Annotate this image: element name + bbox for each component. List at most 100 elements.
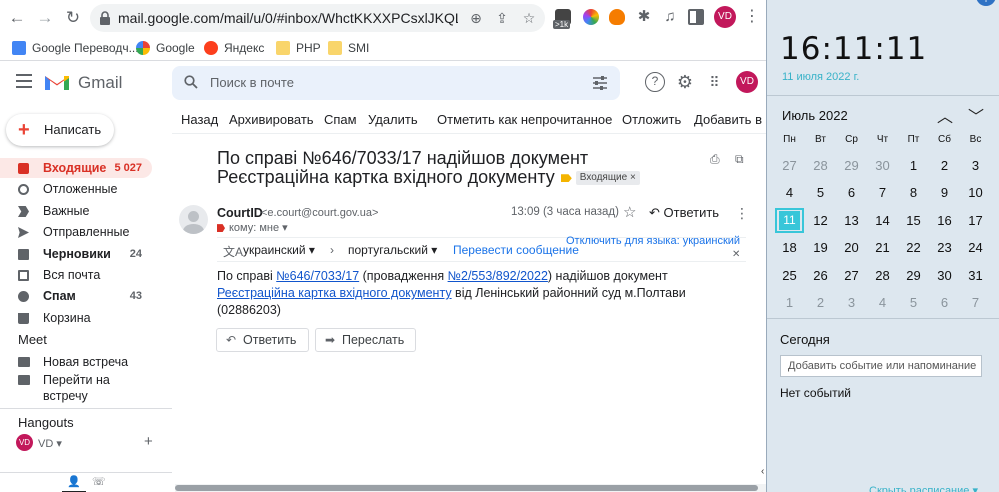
calendar-day[interactable]: 15 — [898, 207, 929, 234]
sidebar-item-snoozed[interactable]: Отложенные — [0, 179, 152, 199]
collapse-arrow-icon[interactable]: ‹ — [761, 466, 773, 480]
star-icon[interactable]: ☆ — [623, 203, 636, 221]
calendar-day[interactable]: 30 — [867, 152, 898, 179]
mark-unread-button[interactable]: Отметить как непрочитанное — [437, 112, 612, 127]
bookmark-folder-smi[interactable]: SMI — [328, 38, 369, 58]
calendar-day[interactable]: 9 — [929, 179, 960, 206]
media-control-icon[interactable]: ♫ — [662, 9, 678, 25]
color-picker-extension-icon[interactable] — [583, 9, 599, 25]
target-language-select[interactable]: португальский ▾ — [348, 243, 437, 257]
calendar-day[interactable]: 19 — [805, 234, 836, 261]
calendar-day[interactable]: 5 — [898, 289, 929, 316]
reply-button[interactable]: ↶ Ответить — [216, 328, 309, 352]
back-icon[interactable]: ← — [6, 7, 28, 29]
calendar-day[interactable]: 7 — [867, 179, 898, 206]
calendar-day[interactable]: 14 — [867, 207, 898, 234]
calendar-day[interactable]: 7 — [960, 289, 991, 316]
side-panel-icon[interactable] — [688, 9, 704, 25]
apps-grid-icon[interactable]: ⠿ — [704, 72, 724, 92]
search-icon[interactable] — [184, 75, 198, 89]
calendar-day[interactable]: 23 — [929, 234, 960, 261]
delete-button[interactable]: Удалить — [368, 112, 418, 127]
calendar-day[interactable]: 25 — [774, 262, 805, 289]
forward-button[interactable]: ➡ Переслать — [315, 328, 416, 352]
sender-avatar[interactable] — [179, 205, 208, 234]
bookmark-yandex[interactable]: Яндекс — [204, 38, 264, 58]
calendar-day[interactable]: 27 — [774, 152, 805, 179]
back-button[interactable]: Назад — [181, 112, 218, 127]
disable-translation-link[interactable]: Отключить для языка: украинский — [566, 235, 740, 247]
translate-message-link[interactable]: Перевести сообщение — [453, 243, 579, 257]
main-menu-icon[interactable] — [16, 74, 32, 88]
calendar-day[interactable]: 28 — [805, 152, 836, 179]
calendar-day[interactable]: 28 — [867, 262, 898, 289]
calendar-day[interactable]: 13 — [836, 207, 867, 234]
hangouts-avatar[interactable]: VD — [16, 434, 33, 451]
more-options-icon[interactable]: ⋮ — [735, 205, 749, 222]
search-options-icon[interactable] — [592, 75, 608, 91]
calendar-day[interactable]: 8 — [898, 179, 929, 206]
bookmark-star-icon[interactable]: ☆ — [520, 9, 538, 27]
bookmark-google-translate[interactable]: Google Переводч... — [12, 38, 139, 58]
horizontal-scrollbar[interactable] — [175, 484, 766, 492]
calendar-day[interactable]: 6 — [929, 289, 960, 316]
address-bar[interactable]: mail.google.com/mail/u/0/#inbox/WhctKKXX… — [90, 4, 545, 32]
calendar-day[interactable]: 4 — [774, 179, 805, 206]
gmail-logo-icon[interactable] — [44, 72, 70, 92]
inbox-label-chip[interactable]: Входящие × — [575, 171, 640, 186]
print-icon[interactable]: ⎙ — [710, 152, 724, 166]
calendar-day[interactable]: 18 — [774, 234, 805, 261]
forward-icon[interactable]: → — [34, 7, 56, 29]
sidebar-item-all-mail[interactable]: Вся почта — [0, 265, 152, 285]
calendar-day[interactable]: 22 — [898, 234, 929, 261]
calendar-day[interactable]: 21 — [867, 234, 898, 261]
puzzle-icon[interactable]: ✱ — [636, 9, 652, 25]
info-icon[interactable]: i — [976, 0, 996, 6]
search-box[interactable]: Поиск в почте — [172, 66, 620, 100]
calendar-day[interactable]: 3 — [960, 152, 991, 179]
sidebar-item-drafts[interactable]: Черновики 24 — [0, 244, 152, 264]
calendar-day[interactable]: 27 — [836, 262, 867, 289]
calendar-day[interactable]: 12 — [805, 207, 836, 234]
calendar-day[interactable]: 26 — [805, 262, 836, 289]
hangouts-user-menu[interactable]: VD ▾ — [38, 437, 62, 450]
calendar-day[interactable]: 1 — [774, 289, 805, 316]
reload-icon[interactable]: ↻ — [62, 7, 84, 29]
bookmark-google[interactable]: Google — [136, 38, 195, 58]
month-label[interactable]: Июль 2022 — [782, 108, 848, 123]
bookmark-folder-php[interactable]: PHP — [276, 38, 321, 58]
label-marker-icon[interactable] — [560, 174, 572, 183]
person-icon[interactable]: 👤 — [62, 473, 86, 492]
calendar-day[interactable]: 29 — [836, 152, 867, 179]
calendar-day[interactable]: 31 — [960, 262, 991, 289]
share-icon[interactable]: ⇪ — [493, 9, 511, 27]
calendar-day-today[interactable]: 11 — [774, 207, 805, 234]
calendar-day[interactable]: 29 — [898, 262, 929, 289]
calendar-day[interactable]: 16 — [929, 207, 960, 234]
search-input[interactable]: Поиск в почте — [210, 75, 294, 90]
calendar-day[interactable]: 24 — [960, 234, 991, 261]
calendar-day[interactable]: 17 — [960, 207, 991, 234]
more-vert-icon[interactable]: ⋮ — [744, 6, 760, 28]
calendar-day[interactable]: 2 — [929, 152, 960, 179]
recipient-details[interactable]: кому: мне ▾ — [217, 221, 288, 234]
document-link[interactable]: Реєстраційна картка вхідного документу — [217, 286, 452, 300]
next-month-icon[interactable]: ﹀ — [968, 103, 984, 127]
compose-button[interactable]: + Написать — [6, 114, 114, 146]
phone-icon[interactable]: ☏ — [92, 473, 106, 492]
url-text[interactable]: mail.google.com/mail/u/0/#inbox/WhctKKXX… — [118, 10, 458, 26]
reply-header-button[interactable]: ↶ Ответить — [649, 205, 719, 221]
calendar-day[interactable]: 20 — [836, 234, 867, 261]
close-icon[interactable]: ✕ — [732, 249, 740, 260]
sidebar-item-spam[interactable]: Спам 43 — [0, 286, 152, 306]
report-spam-button[interactable]: Спам — [324, 112, 357, 127]
calendar-day[interactable]: 6 — [836, 179, 867, 206]
add-to-label-button[interactable]: Добавить в з — [694, 112, 766, 127]
calendar-day[interactable]: 30 — [929, 262, 960, 289]
sidebar-item-trash[interactable]: Корзина — [0, 308, 152, 328]
proceeding-number-link[interactable]: №2/553/892/2022 — [448, 269, 548, 283]
previous-month-icon[interactable]: ︿ — [937, 103, 953, 127]
scrollbar-thumb[interactable] — [175, 485, 758, 491]
calendar-day[interactable]: 3 — [836, 289, 867, 316]
clock-date[interactable]: 11 июля 2022 г. — [782, 71, 859, 83]
